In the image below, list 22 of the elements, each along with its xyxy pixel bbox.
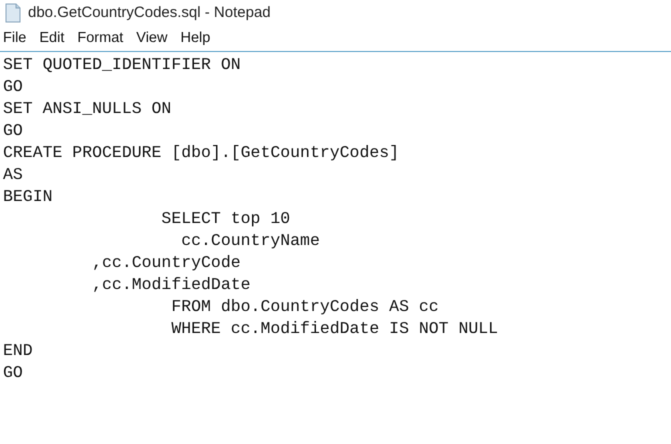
menu-item[interactable]: Help: [179, 28, 212, 50]
menu-item[interactable]: Format: [76, 28, 124, 50]
code-line: ,cc.CountryCode: [91, 252, 241, 274]
code-line: SELECT top 10: [160, 208, 290, 230]
code-line: BEGIN: [3, 186, 53, 208]
code-line: GO: [3, 362, 23, 384]
code-line: cc.CountryName: [180, 230, 320, 252]
code-line: SET ANSI_NULLS ON: [3, 98, 172, 120]
window-title: dbo.GetCountryCodes.sql - Notepad: [28, 2, 271, 23]
menu-item[interactable]: File: [2, 28, 28, 50]
code-line: GO: [3, 76, 23, 98]
code-line: GO: [3, 120, 23, 142]
code-line: CREATE PROCEDURE [dbo].[GetCountryCodes]: [3, 142, 400, 164]
code-line: END: [3, 340, 33, 362]
code-line: ,cc.ModifiedDate: [91, 274, 251, 296]
menu-item[interactable]: Edit: [38, 28, 66, 50]
code-line: AS: [3, 164, 23, 186]
code-line: FROM dbo.CountryCodes AS cc: [170, 296, 439, 318]
menu-item[interactable]: View: [135, 28, 168, 50]
code-line: WHERE cc.ModifiedDate IS NOT NULL: [170, 318, 498, 340]
code-line: SET QUOTED_IDENTIFIER ON: [3, 54, 241, 76]
file-icon: [4, 3, 22, 23]
